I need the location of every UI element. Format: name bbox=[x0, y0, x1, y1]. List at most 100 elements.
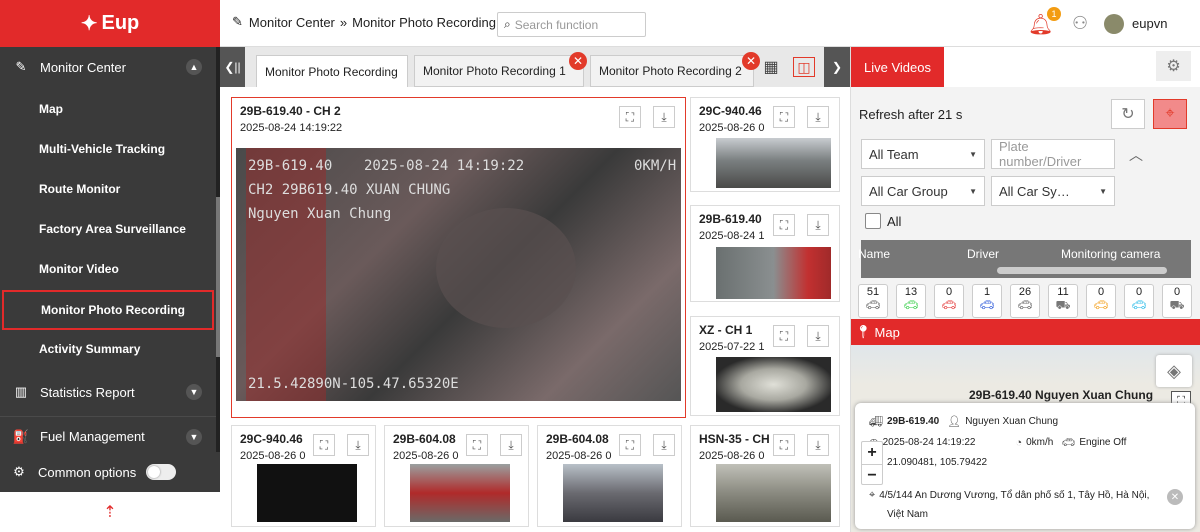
monitor-icon: ✎ bbox=[232, 14, 243, 29]
close-tab-icon[interactable]: ✕ bbox=[569, 52, 587, 70]
status-count-idle[interactable]: 1 🚗︎ bbox=[972, 284, 1002, 318]
split-view-icon[interactable]: ◫ bbox=[793, 57, 815, 77]
fullscreen-icon[interactable]: ⛶ bbox=[466, 434, 488, 456]
column-name[interactable]: Name bbox=[858, 247, 890, 261]
photo-card[interactable]: 29B-604.08 2025-08-26 0 ⛶ ⤓ bbox=[384, 425, 529, 527]
fullscreen-icon[interactable]: ⛶ bbox=[773, 434, 795, 456]
refresh-button[interactable]: ↻ bbox=[1111, 99, 1145, 129]
status-count-alarm[interactable]: 0 🚗︎ bbox=[934, 284, 964, 318]
header: ✎ Monitor Center » Monitor Photo Recordi… bbox=[220, 0, 1200, 47]
download-icon[interactable]: ⤓ bbox=[653, 106, 675, 128]
car-system-select[interactable]: All Car Sy… ▼ bbox=[991, 176, 1115, 206]
vehicle-map-label[interactable]: 29B-619.40 Nguyen Xuan Chung bbox=[969, 388, 1153, 402]
fullscreen-icon[interactable]: ⛶ bbox=[313, 434, 335, 456]
fullscreen-icon[interactable]: ⛶ bbox=[773, 214, 795, 236]
sidebar-item-fuel-management[interactable]: ⛽ Fuel Management ▼ bbox=[0, 416, 216, 456]
username[interactable]: eupvn bbox=[1132, 16, 1167, 31]
avatar[interactable] bbox=[1104, 14, 1124, 34]
team-select-value: All Team bbox=[869, 146, 919, 162]
tab-monitor-photo-recording-2[interactable]: Monitor Photo Recording 2 bbox=[590, 55, 754, 87]
expand-panel-button[interactable]: ❯ bbox=[824, 47, 850, 87]
close-icon[interactable]: ✕ bbox=[1167, 489, 1183, 505]
status-count-warning[interactable]: 0 🚗︎ bbox=[1086, 284, 1116, 318]
download-icon[interactable]: ⤓ bbox=[807, 214, 829, 236]
settings-button[interactable]: ⚙ bbox=[1156, 51, 1191, 81]
fullscreen-icon[interactable]: ⛶ bbox=[619, 434, 641, 456]
close-tab-icon[interactable]: ✕ bbox=[742, 52, 760, 70]
status-count-info[interactable]: 0 🚗︎ bbox=[1124, 284, 1154, 318]
sidebar-item-monitor-photo-recording[interactable]: Monitor Photo Recording bbox=[2, 290, 214, 330]
download-icon[interactable]: ⤓ bbox=[807, 325, 829, 347]
map-title: Map bbox=[874, 324, 900, 340]
sidebar-item-factory-area-surveillance[interactable]: Factory Area Surveillance bbox=[0, 209, 216, 249]
sidebar-item-monitor-center[interactable]: ✎ Monitor Center ▲ bbox=[0, 47, 216, 87]
scroll-top-button[interactable]: ⇡ bbox=[0, 492, 220, 532]
locate-button[interactable]: ⌖ bbox=[1153, 99, 1187, 129]
zoom-out-button[interactable]: − bbox=[862, 464, 882, 486]
sidebar-item-multi-vehicle-tracking[interactable]: Multi-Vehicle Tracking bbox=[0, 129, 216, 169]
table-scrollbar[interactable] bbox=[997, 267, 1167, 274]
photo-card[interactable]: 29C-940.46 2025-08-26 0 ⛶ ⤓ bbox=[690, 97, 840, 192]
sidebar-item-route-monitor[interactable]: Route Monitor bbox=[0, 169, 216, 209]
gear-icon: ⚙ bbox=[13, 464, 25, 479]
plate-search-input[interactable]: Plate number/Driver bbox=[991, 139, 1115, 169]
fullscreen-icon[interactable]: ⛶ bbox=[619, 106, 641, 128]
fullscreen-icon[interactable]: ⛶ bbox=[773, 325, 795, 347]
sidebar-item-map[interactable]: Map bbox=[0, 89, 216, 129]
status-count-stopped[interactable]: 26 🚗︎ bbox=[1010, 284, 1040, 318]
card-title: 29B-619.40 - CH 2 bbox=[240, 104, 341, 118]
sidebar-item-monitor-video[interactable]: Monitor Video bbox=[0, 249, 216, 289]
photo-card[interactable]: HSN-35 - CH 2025-08-26 0 ⛶ ⤓ bbox=[690, 425, 840, 527]
photo-card-main[interactable]: 29B-619.40 - CH 2 2025-08-24 14:19:22 ⛶ … bbox=[231, 97, 686, 418]
status-count-moving[interactable]: 13 🚗︎ bbox=[896, 284, 926, 318]
photo-image[interactable] bbox=[257, 464, 357, 522]
tab-live-videos[interactable]: Live Videos bbox=[851, 47, 944, 87]
breadcrumb-item[interactable]: Monitor Photo Recording bbox=[352, 15, 496, 30]
photo-image[interactable] bbox=[410, 464, 510, 522]
team-select[interactable]: All Team ▼ bbox=[861, 139, 985, 169]
sidebar-item-statistics-report[interactable]: ▥ Statistics Report ▼ bbox=[0, 372, 216, 412]
download-icon[interactable]: ⤓ bbox=[807, 434, 829, 456]
select-all-checkbox[interactable] bbox=[865, 213, 881, 229]
logo[interactable]: ✦ Eup bbox=[0, 0, 220, 47]
download-icon[interactable]: ⤓ bbox=[807, 106, 829, 128]
logo-icon: ✦ bbox=[80, 13, 98, 35]
search-input[interactable]: ⌕ Search function bbox=[497, 12, 646, 37]
user-group-icon[interactable]: ⚇ bbox=[1072, 13, 1088, 34]
grid-view-icon[interactable]: ▦ bbox=[760, 57, 782, 77]
download-icon[interactable]: ⤓ bbox=[500, 434, 522, 456]
column-camera[interactable]: Monitoring camera bbox=[1061, 247, 1160, 261]
select-all[interactable]: All bbox=[865, 213, 901, 229]
photo-image[interactable] bbox=[716, 138, 831, 188]
status-count-total[interactable]: 51 🚗︎ bbox=[858, 284, 888, 318]
photo-image[interactable]: 29B-619.40 2025-08-24 14:19:22 0KM/H CH2… bbox=[236, 148, 681, 401]
photo-card[interactable]: XZ - CH 1 2025-07-22 1 ⛶ ⤓ bbox=[690, 316, 840, 416]
chevron-up-icon[interactable]: ︿ bbox=[1129, 145, 1143, 165]
overlay-text: CH2 29B619.40 XUAN CHUNG bbox=[248, 182, 451, 198]
collapse-sidebar-button[interactable]: ❮|| bbox=[220, 47, 245, 87]
tab-monitor-photo-recording-1[interactable]: Monitor Photo Recording 1 bbox=[414, 55, 584, 87]
car-group-select[interactable]: All Car Group ▼ bbox=[861, 176, 985, 206]
zoom-in-button[interactable]: + bbox=[862, 442, 882, 464]
column-driver[interactable]: Driver bbox=[967, 247, 999, 261]
download-icon[interactable]: ⤓ bbox=[653, 434, 675, 456]
photo-card[interactable]: 29B-619.40 2025-08-24 1 ⛶ ⤓ bbox=[690, 205, 840, 302]
sidebar-item-activity-summary[interactable]: Activity Summary bbox=[0, 329, 216, 369]
photo-card[interactable]: 29C-940.46 2025-08-26 0 ⛶ ⤓ bbox=[231, 425, 376, 527]
photo-image[interactable] bbox=[716, 464, 831, 522]
status-count-offline[interactable]: 11 ⛟ bbox=[1048, 284, 1078, 318]
status-count-other[interactable]: 0 ⛟ bbox=[1162, 284, 1192, 318]
card-date: 2025-08-26 0 bbox=[699, 122, 765, 134]
common-options-toggle[interactable] bbox=[146, 464, 177, 480]
sidebar-item-label: Factory Area Surveillance bbox=[39, 222, 186, 236]
download-icon[interactable]: ⤓ bbox=[347, 434, 369, 456]
photo-card[interactable]: 29B-604.08 2025-08-26 0 ⛶ ⤓ bbox=[537, 425, 682, 527]
breadcrumb-item[interactable]: Monitor Center bbox=[249, 15, 335, 30]
map[interactable]: ◈ 29B-619.40 Nguyen Xuan Chung ⛶ 🚚︎ 29B-6… bbox=[851, 345, 1200, 532]
fullscreen-icon[interactable]: ⛶ bbox=[773, 106, 795, 128]
photo-image[interactable] bbox=[716, 357, 831, 412]
tab-monitor-photo-recording[interactable]: Monitor Photo Recording bbox=[256, 55, 408, 87]
photo-image[interactable] bbox=[563, 464, 663, 522]
photo-image[interactable] bbox=[716, 247, 831, 299]
layers-icon[interactable]: ◈ bbox=[1156, 355, 1192, 387]
